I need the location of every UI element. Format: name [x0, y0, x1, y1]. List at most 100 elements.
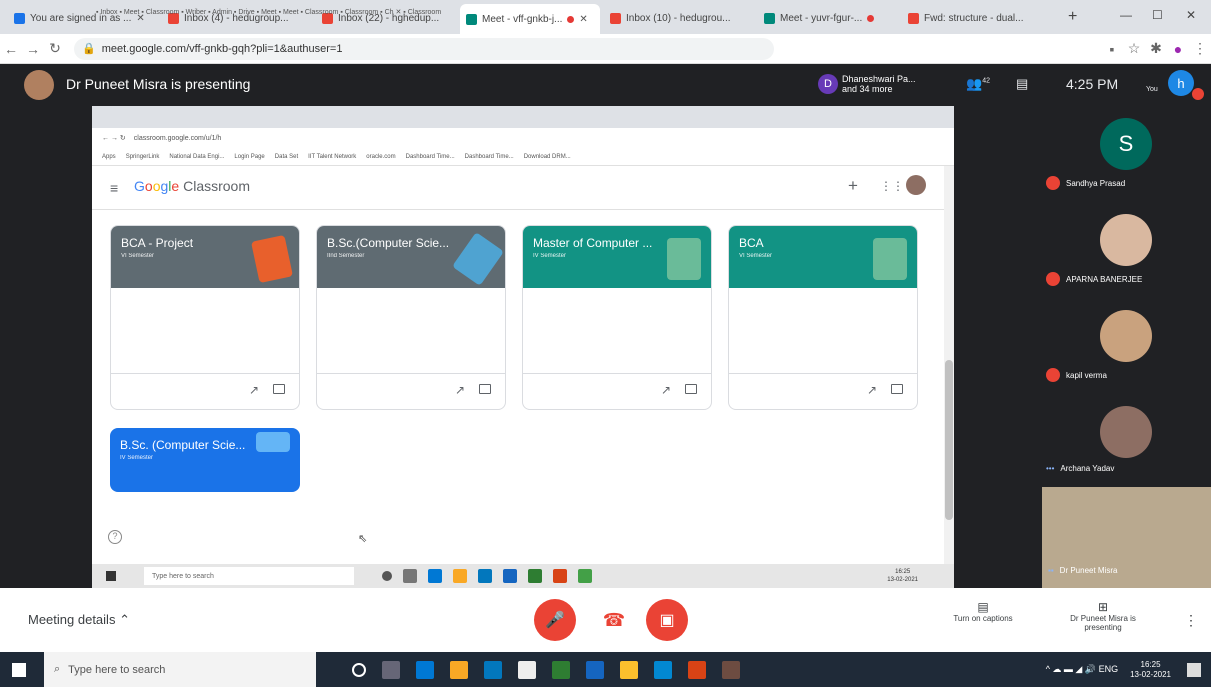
class-card: B.Sc.(Computer Scie... IInd Semester ↗ [316, 225, 506, 410]
app-icon[interactable] [722, 660, 740, 679]
camera-icon[interactable]: ▪ [1101, 41, 1123, 57]
chrome-icon [528, 569, 542, 583]
shared-tabs: ▪ Inbox ▪ Meet ▪ Classroom ▪ Wriber ▪ Ad… [96, 9, 442, 16]
camera-toggle-button[interactable]: ▣ [646, 599, 688, 641]
trend-icon: ↗ [454, 383, 465, 397]
star-icon[interactable]: ☆ [1123, 40, 1145, 57]
speaking-icon: ▪▪ [1048, 566, 1054, 575]
taskview-icon [403, 569, 417, 583]
more-options-icon[interactable]: ⋮ [1184, 612, 1198, 629]
people-icon[interactable]: 👥42 [966, 76, 990, 92]
excel-icon [578, 569, 592, 583]
new-tab-button[interactable]: + [1068, 8, 1077, 26]
plus-icon: + [848, 176, 858, 195]
participant-name: ••• Archana Yadav [1046, 464, 1115, 473]
chevron-up-icon: ⌃ [119, 612, 130, 627]
chat-icon[interactable]: ▤ [1016, 76, 1028, 92]
minimize-icon[interactable]: — [1120, 8, 1132, 22]
presenting-title: Dr Puneet Misra is presenting [66, 76, 251, 92]
powerpoint-icon[interactable] [688, 660, 706, 679]
file-explorer-icon[interactable] [450, 660, 468, 679]
meeting-details-button[interactable]: Meeting details ⌃ [28, 612, 130, 628]
taskview-icon[interactable] [382, 660, 400, 679]
chrome-icon[interactable] [620, 660, 638, 679]
shared-bookmarks-bar: Apps SpringerLink National Data Engi... … [92, 148, 954, 166]
shared-address-bar: ← → ↻ classroom.google.com/u/1/h [92, 128, 954, 148]
photos-icon[interactable] [654, 660, 672, 679]
maximize-icon[interactable]: ☐ [1152, 8, 1163, 22]
plant-illustration-icon [873, 238, 907, 280]
back-icon[interactable]: ← [0, 41, 22, 57]
windows-taskbar: ⌕ Type here to search ^ ☁ ▬ ◢ 🔊 ENG 16:25… [0, 652, 1211, 687]
extension-icon[interactable]: ✱ [1145, 40, 1167, 57]
mic-off-icon [1046, 368, 1060, 382]
camera-off-icon: ▣ [659, 612, 675, 629]
folder-icon [685, 384, 697, 394]
search-icon: ⌕ [54, 663, 61, 675]
url-field[interactable]: 🔒 meet.google.com/vff-gnkb-gqh?pli=1&auth… [74, 37, 774, 60]
scrollbar-thumb [945, 360, 953, 520]
card-header: B.Sc.(Computer Scie... IInd Semester [317, 226, 505, 288]
participant-avatar [1100, 310, 1152, 362]
card-header: BCA - Project VI Semester [111, 226, 299, 288]
shared-tab-strip [92, 106, 954, 128]
cortana-icon [382, 571, 392, 581]
trend-icon: ↗ [248, 383, 259, 397]
mail-icon[interactable] [484, 660, 502, 679]
store-icon[interactable] [518, 660, 536, 679]
notifications-icon[interactable] [1187, 662, 1201, 677]
mic-off-icon [1046, 272, 1060, 286]
clock-time: 4:25 PM [1066, 76, 1119, 92]
class-card: BCA VI Semester ↗ [728, 225, 918, 410]
gamepad-illustration-icon [256, 432, 290, 452]
system-tray[interactable]: ^ ☁ ▬ ◢ 🔊 ENG [1046, 664, 1118, 675]
book-illustration-icon [251, 234, 293, 284]
avatar [906, 175, 926, 195]
word-icon[interactable] [586, 660, 604, 679]
folder-icon [479, 384, 491, 394]
captions-button[interactable]: ▤ Turn on captions [938, 600, 1028, 623]
plant-illustration-icon [667, 238, 701, 280]
participant-name: APARNA BANERJEE [1046, 272, 1142, 286]
menu-icon[interactable]: ⋮ [1189, 40, 1211, 57]
participant-name: kapil verma [1046, 368, 1107, 382]
hamburger-icon: ≡ [110, 180, 119, 196]
lock-icon: 🔒 [82, 43, 96, 55]
recording-icon [867, 14, 875, 22]
mail-icon [478, 569, 492, 583]
participant-name: Sandhya Prasad [1046, 176, 1125, 190]
explorer-icon [453, 569, 467, 583]
self-avatar[interactable]: h [1168, 70, 1194, 96]
mic-off-icon [1046, 176, 1060, 190]
browser-tab[interactable]: Fwd: structure - dual... [902, 6, 1052, 30]
taskbar-clock[interactable]: 16:25 13-02-2021 [1130, 660, 1171, 680]
participant-avatar: S [1100, 118, 1152, 170]
profile-icon[interactable]: ● [1167, 41, 1189, 57]
cursor-icon: ⇖ [358, 533, 368, 545]
forward-icon[interactable]: → [22, 41, 44, 57]
close-window-icon[interactable]: ✕ [1186, 8, 1196, 22]
help-icon: ? [108, 530, 122, 544]
mic-toggle-button[interactable]: 🎤 [534, 599, 576, 641]
hangup-button[interactable]: ☎ [589, 599, 639, 641]
phone-icon: ☎ [602, 609, 626, 630]
excel-icon[interactable] [552, 660, 570, 679]
participant-avatar [1100, 406, 1152, 458]
card-header: B.Sc. (Computer Scie... IV Semester [110, 428, 300, 492]
captions-icon: ▤ [977, 600, 989, 614]
address-bar: ← → ↻ 🔒 meet.google.com/vff-gnkb-gqh?pli=… [0, 34, 1211, 64]
mic-off-icon: 🎤 [545, 612, 565, 629]
presenter-chip[interactable]: D Dhaneshwari Pa... and 34 more [814, 70, 934, 98]
start-icon [106, 571, 116, 581]
cortana-icon[interactable] [352, 662, 366, 677]
card-header: BCA VI Semester [729, 226, 917, 288]
reload-icon[interactable]: ↻ [44, 40, 66, 57]
card-header: Master of Computer ... IV Semester [523, 226, 711, 288]
taskbar-search-input[interactable]: ⌕ Type here to search [44, 652, 316, 687]
presentation-button[interactable]: ⊞ Dr Puneet Misra is presenting [1058, 600, 1148, 632]
speaking-icon: ••• [1046, 464, 1055, 473]
self-label: You [1146, 86, 1158, 93]
trend-icon: ↗ [866, 383, 877, 397]
edge-icon[interactable] [416, 660, 434, 679]
windows-start-icon[interactable] [12, 662, 26, 677]
